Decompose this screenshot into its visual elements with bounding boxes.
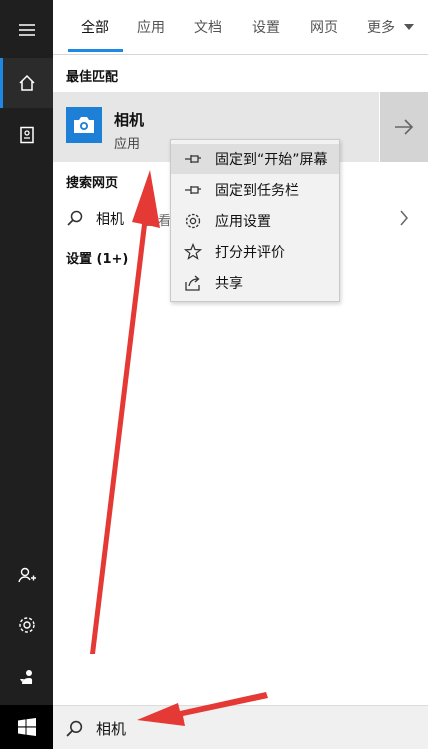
- hamburger-icon: [18, 24, 35, 36]
- settings-heading: 设置 (1+): [66, 252, 129, 267]
- search-web-heading: 搜索网页: [66, 176, 119, 191]
- tab-more[interactable]: 更多: [367, 17, 395, 37]
- tab-all[interactable]: 全部: [81, 17, 109, 37]
- search-box[interactable]: 相机: [53, 705, 428, 749]
- gear-icon: [185, 213, 201, 229]
- arrow-right-icon: [395, 119, 414, 135]
- start-button[interactable]: [0, 705, 53, 749]
- app-settings-label: 应用设置: [215, 214, 271, 230]
- pin-to-taskbar-item[interactable]: 固定到任务栏: [171, 175, 339, 205]
- context-menu: 固定到“开始”屏幕 固定到任务栏 应用设置 打分并评价 共享: [170, 139, 340, 302]
- tab-settings[interactable]: 设置: [252, 17, 280, 37]
- share-label: 共享: [215, 276, 243, 292]
- search-icon: [66, 720, 83, 737]
- settings-icon: [18, 617, 35, 633]
- best-match-subtitle: 应用: [114, 137, 141, 152]
- rate-review-label: 打分并评价: [215, 245, 285, 261]
- feedback-button[interactable]: [0, 652, 53, 702]
- left-rail: [0, 0, 53, 749]
- tab-web[interactable]: 网页: [310, 17, 338, 37]
- menu-button[interactable]: [0, 5, 53, 55]
- filter-tabs: 全部 应用 文档 设置 网页 更多: [53, 0, 428, 55]
- tab-documents[interactable]: 文档: [194, 17, 222, 37]
- share-icon: [185, 275, 200, 291]
- home-icon: [18, 74, 35, 91]
- windows-icon: [17, 718, 36, 736]
- notebook-button[interactable]: [0, 110, 53, 160]
- annotation-arrow-up: [90, 170, 160, 654]
- best-match-heading: 最佳匹配: [66, 70, 119, 85]
- rate-review-item[interactable]: 打分并评价: [171, 237, 339, 267]
- feedback-icon: [19, 670, 32, 684]
- best-match-title: 相机: [114, 111, 145, 129]
- chevron-down-icon[interactable]: [404, 24, 414, 30]
- web-hint: 查看: [145, 214, 172, 229]
- pin-to-start-label: 固定到“开始”屏幕: [215, 152, 328, 168]
- pin-icon: [185, 155, 201, 163]
- app-settings-item[interactable]: 应用设置: [171, 206, 339, 236]
- search-input[interactable]: 相机: [96, 718, 126, 739]
- open-details-button[interactable]: [380, 92, 428, 162]
- camera-icon: [66, 107, 102, 143]
- home-button[interactable]: [0, 58, 53, 108]
- web-query: 相机: [96, 212, 124, 228]
- chevron-right-icon: [400, 210, 408, 226]
- pin-to-start-item[interactable]: 固定到“开始”屏幕: [171, 144, 339, 174]
- notebook-icon: [19, 126, 34, 144]
- share-item[interactable]: 共享: [171, 268, 339, 298]
- add-user-icon: [17, 567, 36, 583]
- pin-icon: [185, 186, 201, 194]
- tab-underline: [68, 49, 123, 52]
- settings-button[interactable]: [0, 600, 53, 650]
- add-user-button[interactable]: [0, 550, 53, 600]
- pin-to-taskbar-label: 固定到任务栏: [215, 183, 299, 199]
- tab-apps[interactable]: 应用: [137, 17, 165, 37]
- star-icon: [184, 243, 202, 260]
- search-icon: [67, 210, 83, 226]
